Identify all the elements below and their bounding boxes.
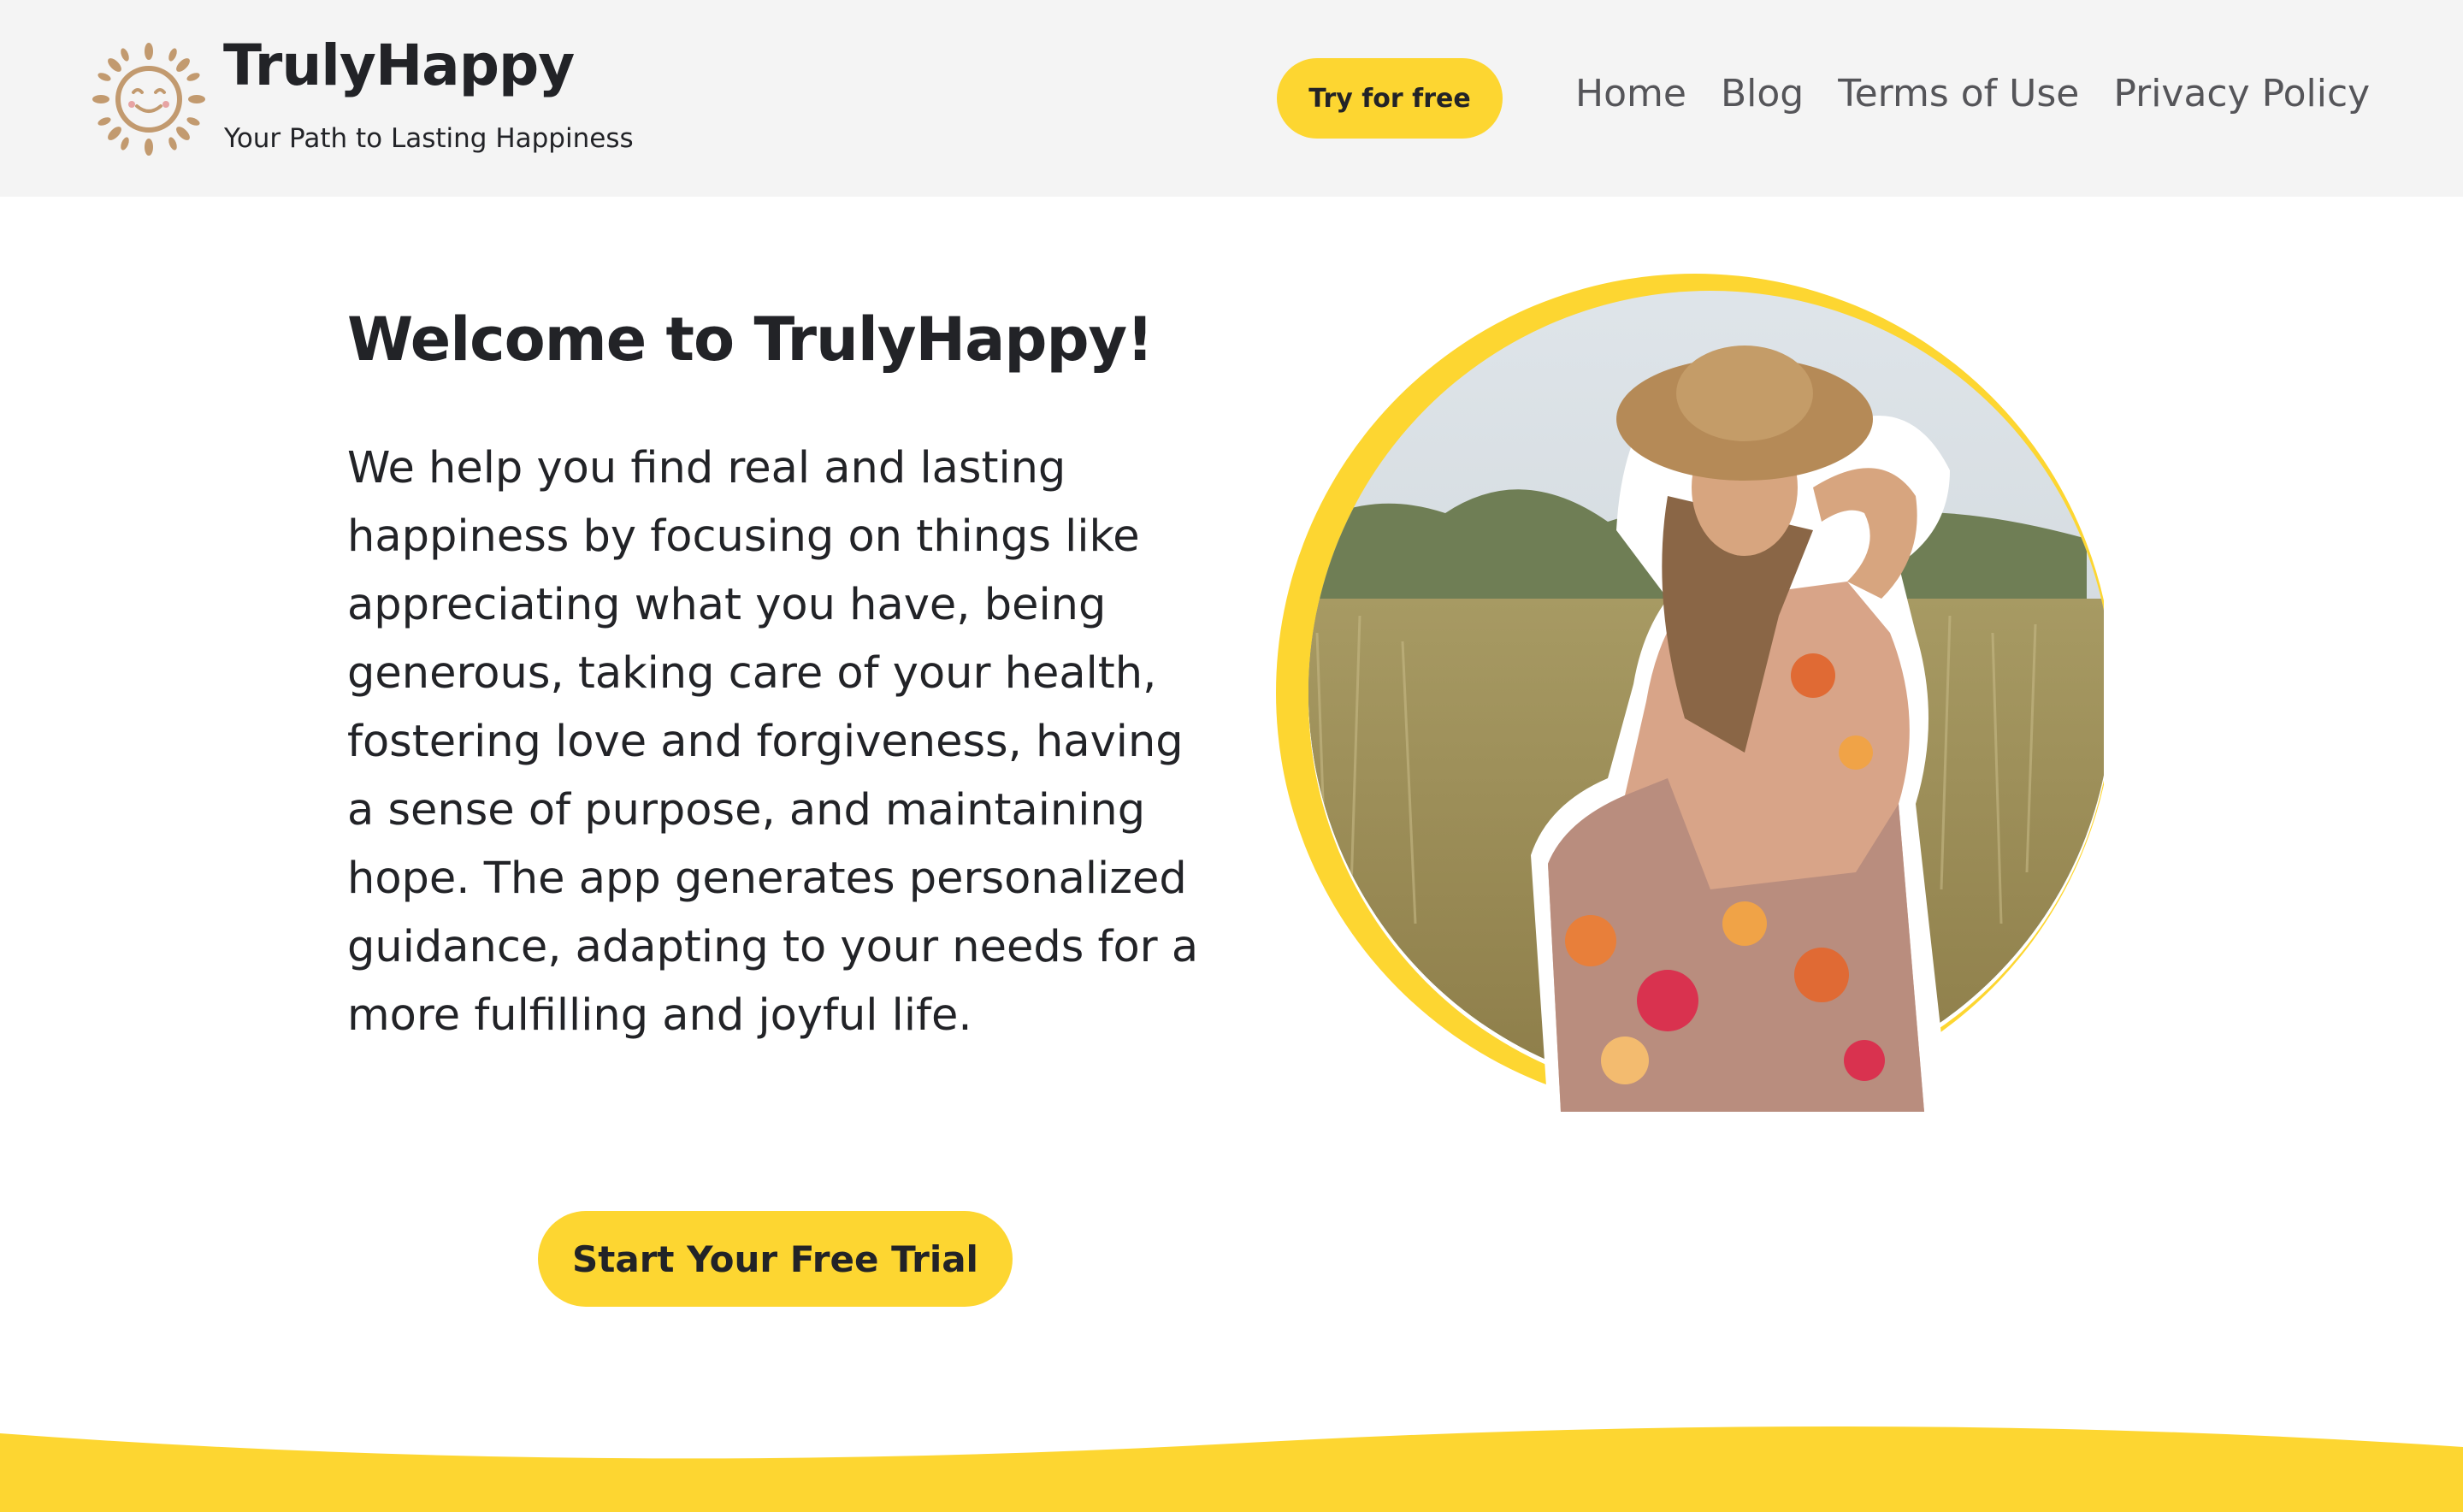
main-nav: Home Blog Terms of Use Privacy Policy xyxy=(1575,72,2370,115)
hero-photo xyxy=(1276,274,2104,1112)
hero-description: We help you find real and lasting happin… xyxy=(347,443,1199,1041)
nav-link-home[interactable]: Home xyxy=(1575,72,1686,115)
brand-tagline: Your Path to Lasting Happiness xyxy=(224,123,634,154)
try-for-free-button[interactable]: Try for free xyxy=(1277,58,1503,139)
nav-link-blog[interactable]: Blog xyxy=(1721,72,1804,115)
sun-face-icon[interactable] xyxy=(92,43,205,156)
nav-link-privacy-policy[interactable]: Privacy Policy xyxy=(2113,72,2370,115)
footer-wave xyxy=(0,1426,2463,1512)
brand-name[interactable]: TrulyHappy xyxy=(223,32,575,98)
hero-title: Welcome to TrulyHappy! xyxy=(347,304,1154,375)
nav-link-terms-of-use[interactable]: Terms of Use xyxy=(1838,72,2079,115)
site-header: TrulyHappy Your Path to Lasting Happines… xyxy=(0,0,2463,197)
start-free-trial-button[interactable]: Start Your Free Trial xyxy=(538,1211,1013,1307)
